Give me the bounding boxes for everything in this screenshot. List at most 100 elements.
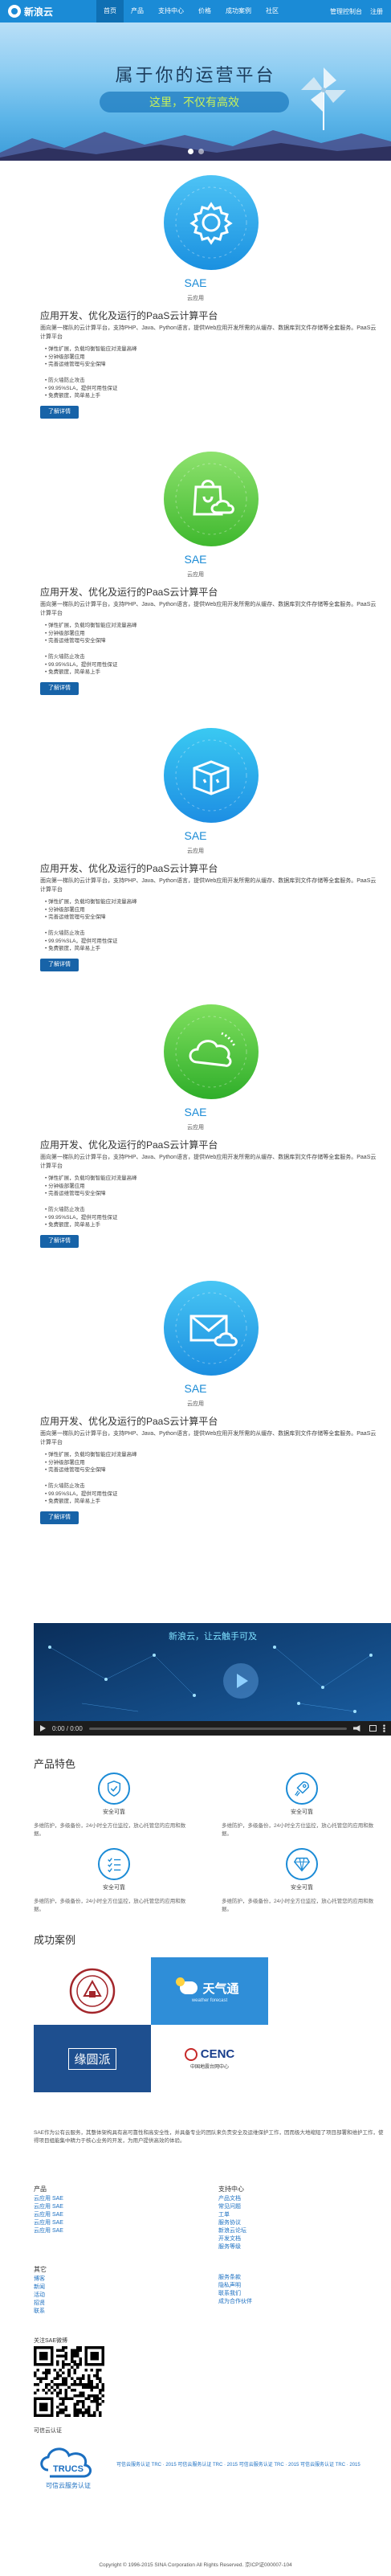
product-name: SAE	[184, 1106, 207, 1118]
hero-banner: 属于你的运营平台 这里，不仅有高效	[0, 22, 391, 161]
video-player[interactable]: 新浪云，让云触手可及 0:00 / 0:00	[34, 1623, 391, 1736]
play-icon[interactable]	[40, 1725, 46, 1732]
learn-more-button[interactable]: 了解详情	[40, 406, 79, 419]
fullscreen-icon[interactable]	[369, 1725, 377, 1732]
product-guarantee-item: 防火墙防止攻击	[45, 653, 117, 661]
case-tianqitong[interactable]: 天气通 weather forecast	[151, 1957, 268, 2025]
top-navbar: 新浪云 首页 产品 支持中心 价格 成功案例 社区 管理控制台 注册	[0, 0, 391, 22]
footer-link[interactable]: 成为合作伙伴	[218, 2298, 252, 2306]
feature-desc: 多维防护，多级备份，24小时全方位监控，放心托管您的应用和数据。	[34, 1899, 186, 1912]
qr-label: 关注SAE微博	[34, 2338, 68, 2344]
product-feature-item: 分钟级部署应用	[45, 1459, 137, 1467]
product-tag: 云应用	[187, 572, 204, 578]
product-feature-item: 完善运维管理与安全保障	[45, 1190, 137, 1198]
case-cenc[interactable]: CENC 中国地震台网中心	[151, 2025, 268, 2092]
footer-link[interactable]: 活动	[34, 2292, 47, 2300]
nav-home[interactable]: 首页	[96, 0, 124, 22]
copyright: Copyright © 1996-2015 SINA Corporation A…	[99, 2562, 292, 2568]
product-guarantee-item: 免费额度，简单易上手	[45, 669, 117, 677]
learn-more-button[interactable]: 了解详情	[40, 1511, 79, 1524]
product-icon-circle	[164, 1004, 259, 1099]
logo-text: 新浪云	[24, 6, 54, 18]
carousel-dot-1[interactable]	[187, 149, 193, 154]
logo[interactable]: 新浪云	[8, 5, 96, 18]
auth-links: 管理控制台 注册	[330, 7, 383, 16]
footer-link[interactable]: 常见问题	[218, 2203, 246, 2211]
footer-about-title: 其它	[34, 2266, 47, 2273]
svg-text:可信云服务认证: 可信云服务认证	[46, 2481, 91, 2489]
nav-products[interactable]: 产品	[124, 0, 151, 22]
feature-item: 安全可靠 多维防护，多级备份，24小时全方位监控，放心托管您的应用和数据。	[34, 1848, 194, 1914]
feature-desc: 多维防护，多级备份，24小时全方位监控，放心托管您的应用和数据。	[34, 1823, 186, 1837]
register-link[interactable]: 注册	[370, 7, 383, 16]
footer-link[interactable]: 云应用 SAE	[34, 2211, 63, 2219]
footer-link[interactable]: 服务等级	[218, 2243, 246, 2251]
footer-about: 其它 博客 新闻 活动 招贤 联系	[34, 2266, 47, 2316]
product-guarantee-item: 99.95%SLA，提供可用性保证	[45, 661, 117, 669]
footer-link[interactable]: 云应用 SAE	[34, 2219, 63, 2227]
product-icon-circle	[164, 175, 259, 270]
more-options-icon[interactable]	[383, 1724, 385, 1732]
footer-link[interactable]: 新闻	[34, 2284, 47, 2292]
product-features: 弹性扩展，负载均衡智能应对流量高峰分钟级部署应用完善运维管理与安全保障	[45, 1175, 137, 1198]
footer-link[interactable]: 隐私声明	[218, 2282, 252, 2290]
footer-support: 支持中心 产品文档 常见问题 工单 服务协议 新浪云论坛 开发文档 服务等级	[218, 2186, 246, 2251]
trusted-cloud-badge: TRUCS 可信云服务认证	[40, 2447, 92, 2489]
product-block: SAE 云应用 应用开发、优化及运行的PaaS云计算平台 面向第一梯队的云计算平…	[0, 437, 391, 714]
learn-more-button[interactable]: 了解详情	[40, 682, 79, 695]
nav-cases[interactable]: 成功案例	[218, 0, 259, 22]
footer-link[interactable]: 服务协议	[218, 2219, 246, 2227]
play-button[interactable]	[223, 1663, 259, 1699]
footer-link[interactable]: 云应用 SAE	[34, 2203, 63, 2211]
logo-icon	[8, 5, 21, 18]
product-tag: 云应用	[187, 296, 204, 301]
nav-community[interactable]: 社区	[259, 0, 286, 22]
footer-link[interactable]: 产品文档	[218, 2195, 246, 2203]
cases-title: 成功案例	[34, 1934, 76, 1946]
product-title: 应用开发、优化及运行的PaaS云计算平台	[40, 587, 218, 598]
nav-support[interactable]: 支持中心	[151, 0, 191, 22]
product-feature-item: 分钟级部署应用	[45, 906, 137, 914]
product-guarantee-item: 99.95%SLA，提供可用性保证	[45, 1214, 117, 1222]
case-cenc-sub: 中国地震台网中心	[189, 2065, 229, 2070]
console-link[interactable]: 管理控制台	[330, 7, 362, 16]
footer-link[interactable]: 云应用 SAE	[34, 2227, 63, 2235]
product-block: SAE 云应用 应用开发、优化及运行的PaaS云计算平台 面向第一梯队的云计算平…	[0, 990, 391, 1266]
product-desc: 面向第一梯队的云计算平台，支持PHP、Java、Python语言，提供Web应用…	[40, 878, 377, 893]
product-feature-item: 完善运维管理与安全保障	[45, 914, 137, 922]
carousel-dots	[0, 149, 391, 154]
footer-link[interactable]: 新浪云论坛	[218, 2227, 246, 2235]
product-features: 弹性扩展，负载均衡智能应对流量高峰分钟级部署应用完善运维管理与安全保障	[45, 346, 137, 369]
checklist-icon	[98, 1848, 130, 1880]
footer-link[interactable]: 联系	[34, 2308, 47, 2316]
case-university[interactable]	[34, 1957, 151, 2025]
learn-more-button[interactable]: 了解详情	[40, 1235, 79, 1248]
volume-icon[interactable]	[353, 1725, 360, 1732]
case-yuanquanpai[interactable]: 缘圆派	[34, 2025, 151, 2092]
footer-link[interactable]: 工单	[218, 2211, 246, 2219]
product-block: SAE 云应用 应用开发、优化及运行的PaaS云计算平台 面向第一梯队的云计算平…	[0, 714, 391, 990]
footer-products-title: 产品	[34, 2186, 47, 2193]
product-feature-item: 分钟级部署应用	[45, 354, 137, 362]
product-guarantee-item: 防火墙防止攻击	[45, 377, 117, 385]
footer-link[interactable]: 开发文档	[218, 2235, 246, 2243]
seek-bar[interactable]	[88, 1727, 347, 1730]
nav-pricing[interactable]: 价格	[191, 0, 218, 22]
footer-link[interactable]: 博客	[34, 2275, 47, 2284]
university-seal-icon	[69, 1968, 116, 2014]
cert-label: 可信云认证	[34, 2428, 62, 2434]
footer-link[interactable]: 联系我们	[218, 2290, 252, 2298]
product-guarantee-item: 防火墙防止攻击	[45, 1482, 117, 1490]
product-name: SAE	[184, 553, 207, 566]
footer-link[interactable]: 云应用 SAE	[34, 2195, 63, 2203]
sun-cloud-icon	[176, 1977, 198, 1994]
product-title: 应用开发、优化及运行的PaaS云计算平台	[40, 863, 218, 874]
carousel-dot-2[interactable]	[198, 149, 204, 154]
main-nav: 首页 产品 支持中心 价格 成功案例 社区	[96, 0, 330, 22]
product-features: 弹性扩展，负载均衡智能应对流量高峰分钟级部署应用完善运维管理与安全保障	[45, 898, 137, 922]
banner-subtitle: 这里，不仅有高效	[100, 92, 289, 112]
learn-more-button[interactable]: 了解详情	[40, 959, 79, 971]
footer-link[interactable]: 招贤	[34, 2300, 47, 2308]
shield-check-icon	[98, 1773, 130, 1805]
footer-link[interactable]: 服务条款	[218, 2274, 252, 2282]
